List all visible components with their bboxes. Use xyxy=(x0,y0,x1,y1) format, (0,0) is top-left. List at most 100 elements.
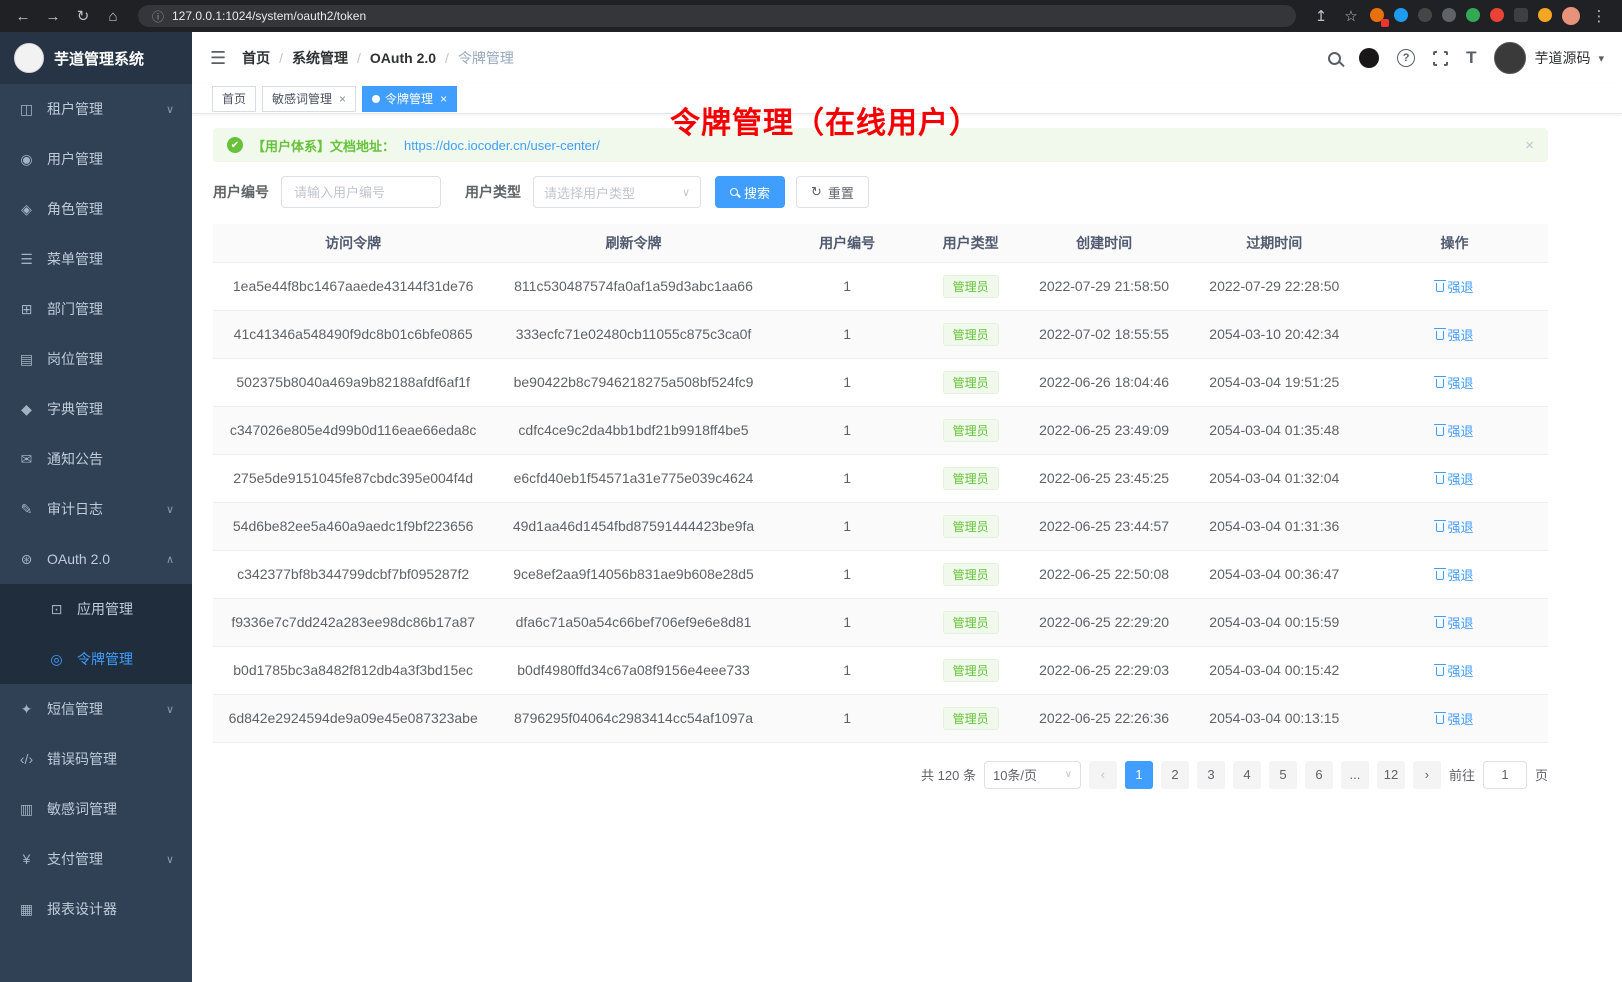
extension-icon[interactable] xyxy=(1514,8,1530,24)
action-cell: 强退 xyxy=(1361,454,1548,502)
extension-glyph xyxy=(1466,8,1480,22)
bookmark-star-icon[interactable]: ☆ xyxy=(1340,7,1362,25)
extension-glyph xyxy=(1538,8,1552,22)
tab-0[interactable]: 首页 xyxy=(212,86,256,112)
extension-icon[interactable] xyxy=(1418,8,1434,24)
expire-time-cell: 2054-03-04 00:13:15 xyxy=(1188,694,1362,742)
breadcrumb-item-home[interactable]: 首页 xyxy=(242,48,270,68)
prev-page-button[interactable]: ‹ xyxy=(1089,761,1117,789)
user-id-cell: 1 xyxy=(774,262,921,310)
github-icon[interactable] xyxy=(1359,48,1379,68)
token-table-body: 1ea5e44f8bc1467aaede43144f31de76811c5304… xyxy=(213,262,1548,742)
table-row: 502375b8040a469a9b82188afdf6af1fbe90422b… xyxy=(213,358,1548,406)
browser-menu-icon[interactable]: ⋮ xyxy=(1588,7,1610,25)
force-logout-button[interactable]: 强退 xyxy=(1436,373,1474,392)
reset-button[interactable]: ↻ 重置 xyxy=(796,176,869,208)
sidebar-item-9[interactable]: ⊛OAuth 2.0∧ xyxy=(0,534,192,584)
access-token-cell: b0d1785bc3a8482f812db4a3f3bd15ec xyxy=(213,646,493,694)
trash-icon xyxy=(1436,475,1444,484)
chevron-down-icon: ∨ xyxy=(1065,769,1072,780)
sidebar-item-11[interactable]: ◎令牌管理 xyxy=(0,634,192,684)
user-type-cell: 管理员 xyxy=(921,694,1021,742)
sidebar-item-1[interactable]: ◉用户管理 xyxy=(0,134,192,184)
tab-1[interactable]: 敏感词管理× xyxy=(262,86,356,112)
sidebar-item-13[interactable]: ‹/›错误码管理 xyxy=(0,734,192,784)
hamburger-icon[interactable]: ☰ xyxy=(210,48,226,69)
force-logout-button[interactable]: 强退 xyxy=(1436,421,1474,440)
extension-icon[interactable] xyxy=(1370,8,1386,24)
goto-page-input[interactable] xyxy=(1483,761,1527,789)
force-logout-button[interactable]: 强退 xyxy=(1436,565,1474,584)
user-type-cell: 管理员 xyxy=(921,310,1021,358)
site-info-icon[interactable]: ⓘ xyxy=(150,8,166,25)
sidebar-item-5[interactable]: ▤岗位管理 xyxy=(0,334,192,384)
sidebar-item-12[interactable]: ✦短信管理∨ xyxy=(0,684,192,734)
page-button-2[interactable]: 2 xyxy=(1161,761,1189,789)
sidebar-item-10[interactable]: ⊡应用管理 xyxy=(0,584,192,634)
home-icon[interactable]: ⌂ xyxy=(102,8,124,25)
forward-icon[interactable]: → xyxy=(42,8,64,25)
expire-time-cell: 2054-03-10 20:42:34 xyxy=(1188,310,1362,358)
refresh-token-cell: 8796295f04064c2983414cc54af1097a xyxy=(493,694,773,742)
browser-chrome: ← → ↻ ⌂ ⓘ 127.0.0.1:1024/system/oauth2/t… xyxy=(0,0,1622,32)
force-logout-button[interactable]: 强退 xyxy=(1436,325,1474,344)
sidebar-item-label: 敏感词管理 xyxy=(47,799,117,819)
sidebar-item-8[interactable]: ✎审计日志∨ xyxy=(0,484,192,534)
force-logout-button[interactable]: 强退 xyxy=(1436,517,1474,536)
action-cell: 强退 xyxy=(1361,694,1548,742)
close-icon[interactable]: × xyxy=(339,92,346,106)
force-logout-button[interactable]: 强退 xyxy=(1436,709,1474,728)
extension-icon[interactable] xyxy=(1490,8,1506,24)
audit-log-icon: ✎ xyxy=(18,501,35,518)
sidebar-item-15[interactable]: ¥支付管理∨ xyxy=(0,834,192,884)
page-button-6[interactable]: 6 xyxy=(1305,761,1333,789)
search-icon[interactable] xyxy=(1328,52,1341,65)
page-button-1[interactable]: 1 xyxy=(1125,761,1153,789)
force-logout-button[interactable]: 强退 xyxy=(1436,469,1474,488)
search-button[interactable]: 搜索 xyxy=(715,176,785,208)
user-id-input[interactable] xyxy=(281,176,441,208)
sidebar-item-6[interactable]: ◆字典管理 xyxy=(0,384,192,434)
reload-icon[interactable]: ↻ xyxy=(72,7,94,25)
breadcrumb-item-oauth[interactable]: OAuth 2.0 xyxy=(370,50,436,66)
user-menu[interactable]: 芋道源码 ▾ xyxy=(1494,42,1604,74)
browser-profile-avatar[interactable] xyxy=(1562,7,1580,25)
page-size-select[interactable]: 10条/页 ∨ xyxy=(984,761,1081,789)
breadcrumb-item-system[interactable]: 系统管理 xyxy=(292,48,348,68)
extension-icon[interactable] xyxy=(1442,8,1458,24)
back-icon[interactable]: ← xyxy=(12,8,34,25)
page-button-5[interactable]: 5 xyxy=(1269,761,1297,789)
notice-icon: ✉ xyxy=(18,451,35,468)
extension-icon[interactable] xyxy=(1394,8,1410,24)
sidebar-item-4[interactable]: ⊞部门管理 xyxy=(0,284,192,334)
tab-2[interactable]: 令牌管理× xyxy=(362,86,457,112)
user-type-tag: 管理员 xyxy=(943,659,999,682)
sidebar-item-7[interactable]: ✉通知公告 xyxy=(0,434,192,484)
user-type-select[interactable]: 请选择用户类型 ∨ xyxy=(533,176,701,208)
force-logout-button[interactable]: 强退 xyxy=(1436,613,1474,632)
extension-icon[interactable] xyxy=(1466,8,1482,24)
page-button-12[interactable]: 12 xyxy=(1377,761,1405,789)
next-page-button[interactable]: › xyxy=(1413,761,1441,789)
sidebar-item-14[interactable]: ▥敏感词管理 xyxy=(0,784,192,834)
user-id-cell: 1 xyxy=(774,358,921,406)
alert-doc-link[interactable]: https://doc.iocoder.cn/user-center/ xyxy=(404,138,600,153)
sidebar-item-2[interactable]: ◈角色管理 xyxy=(0,184,192,234)
force-logout-button[interactable]: 强退 xyxy=(1436,277,1474,296)
fullscreen-icon[interactable] xyxy=(1433,51,1448,66)
sidebar-item-0[interactable]: ◫租户管理∨ xyxy=(0,84,192,134)
share-icon[interactable]: ↥ xyxy=(1310,7,1332,25)
chevron-down-icon: ∨ xyxy=(166,703,174,716)
close-icon[interactable]: × xyxy=(440,92,447,106)
extension-icon[interactable] xyxy=(1538,8,1554,24)
page-ellipsis[interactable]: ... xyxy=(1341,761,1369,789)
font-size-icon[interactable]: T xyxy=(1466,48,1476,68)
sidebar-item-16[interactable]: ▦报表设计器 xyxy=(0,884,192,934)
address-bar[interactable]: ⓘ 127.0.0.1:1024/system/oauth2/token xyxy=(138,5,1296,27)
page-button-4[interactable]: 4 xyxy=(1233,761,1261,789)
help-icon[interactable]: ? xyxy=(1397,49,1415,67)
page-button-3[interactable]: 3 xyxy=(1197,761,1225,789)
close-icon[interactable]: × xyxy=(1525,137,1534,154)
force-logout-button[interactable]: 强退 xyxy=(1436,661,1474,680)
sidebar-item-3[interactable]: ☰菜单管理 xyxy=(0,234,192,284)
